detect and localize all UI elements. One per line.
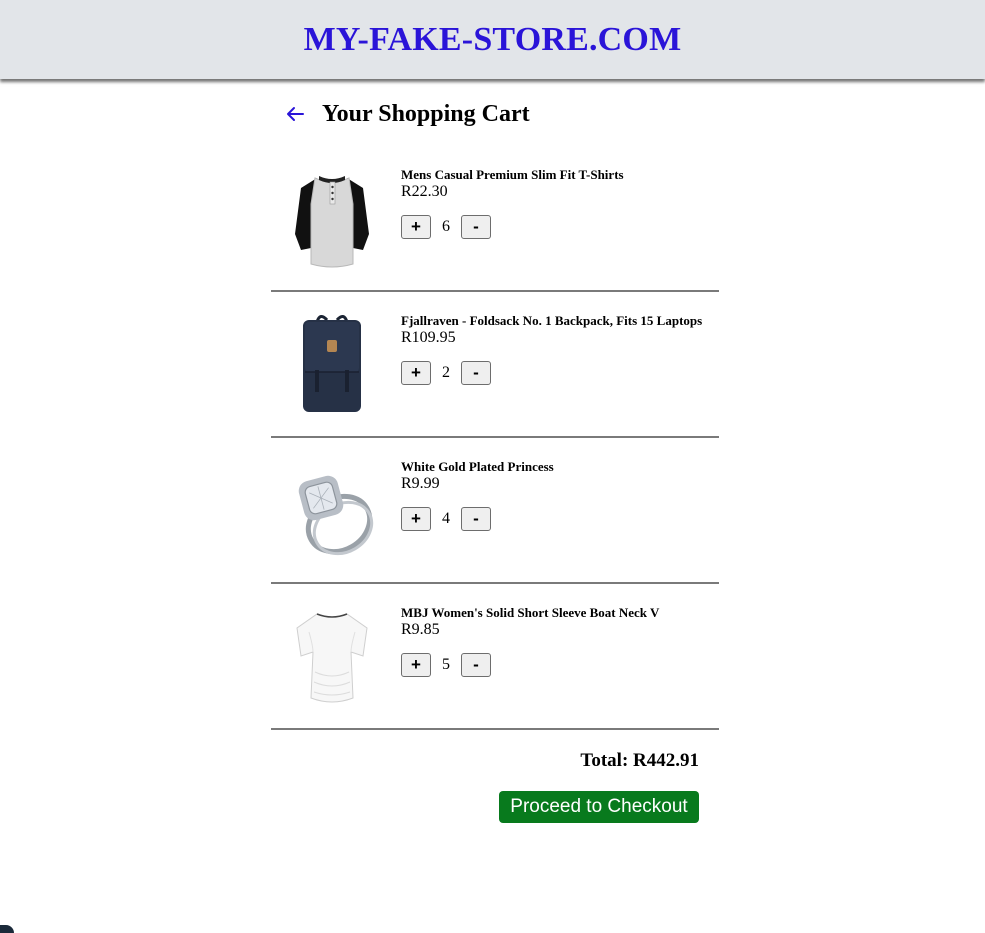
site-header: MY-FAKE-STORE.COM — [0, 0, 985, 79]
cart-items-list: Mens Casual Premium Slim Fit T-Shirts R2… — [271, 146, 719, 730]
decrease-quantity-button[interactable]: - — [461, 507, 491, 531]
quantity-stepper: + 2 - — [401, 361, 702, 385]
cart-item: Fjallraven - Foldsack No. 1 Backpack, Fi… — [271, 292, 719, 438]
product-price: R9.85 — [401, 621, 440, 638]
page-title: Your Shopping Cart — [322, 101, 530, 127]
decrease-quantity-button[interactable]: - — [461, 361, 491, 385]
item-info: Fjallraven - Foldsack No. 1 Backpack, Fi… — [401, 313, 702, 385]
product-image-ring — [287, 456, 377, 564]
product-name[interactable]: Mens Casual Premium Slim Fit T-Shirts — [401, 167, 624, 183]
product-image-shirt — [287, 164, 377, 272]
increase-quantity-button[interactable]: + — [401, 507, 431, 531]
window-corner — [0, 925, 14, 933]
product-price: R9.99 — [401, 475, 440, 492]
cart-header: Your Shopping Cart — [285, 97, 530, 131]
product-price: R109.95 — [401, 329, 456, 346]
store-brand[interactable]: MY-FAKE-STORE.COM — [304, 21, 682, 59]
product-image-top — [287, 602, 377, 710]
cart-item: MBJ Women's Solid Short Sleeve Boat Neck… — [271, 584, 719, 730]
product-price: R22.30 — [401, 183, 448, 200]
quantity-value: 4 — [442, 510, 450, 527]
cart-item: Mens Casual Premium Slim Fit T-Shirts R2… — [271, 146, 719, 292]
decrease-quantity-button[interactable]: - — [461, 653, 491, 677]
quantity-stepper: + 4 - — [401, 507, 554, 531]
quantity-value: 6 — [442, 218, 450, 235]
product-image-backpack — [287, 310, 377, 418]
increase-quantity-button[interactable]: + — [401, 653, 431, 677]
cart-item: White Gold Plated Princess R9.99 + 4 - — [271, 438, 719, 584]
arrow-left-icon[interactable] — [285, 104, 305, 124]
product-name[interactable]: MBJ Women's Solid Short Sleeve Boat Neck… — [401, 605, 659, 621]
cart-total: Total: R442.91 — [580, 750, 699, 771]
item-info: White Gold Plated Princess R9.99 + 4 - — [401, 459, 554, 531]
increase-quantity-button[interactable]: + — [401, 361, 431, 385]
checkout-button[interactable]: Proceed to Checkout — [499, 791, 699, 823]
product-name[interactable]: White Gold Plated Princess — [401, 459, 554, 475]
quantity-stepper: + 5 - — [401, 653, 659, 677]
item-info: Mens Casual Premium Slim Fit T-Shirts R2… — [401, 167, 624, 239]
item-info: MBJ Women's Solid Short Sleeve Boat Neck… — [401, 605, 659, 677]
product-name[interactable]: Fjallraven - Foldsack No. 1 Backpack, Fi… — [401, 313, 702, 329]
quantity-value: 2 — [442, 364, 450, 381]
quantity-value: 5 — [442, 656, 450, 673]
increase-quantity-button[interactable]: + — [401, 215, 431, 239]
quantity-stepper: + 6 - — [401, 215, 624, 239]
decrease-quantity-button[interactable]: - — [461, 215, 491, 239]
